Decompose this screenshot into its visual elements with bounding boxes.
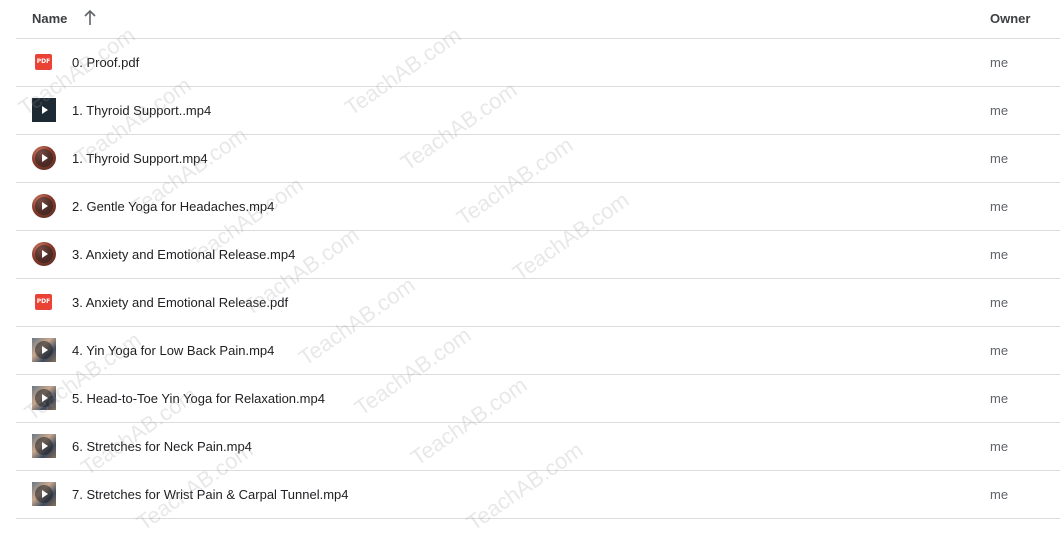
file-row[interactable]: 5. Head-to-Toe Yin Yoga for Relaxation.m… (16, 375, 1060, 423)
file-name[interactable]: 3. Anxiety and Emotional Release.mp4 (72, 247, 295, 262)
file-name[interactable]: 1. Thyroid Support..mp4 (72, 103, 211, 118)
video-icon (32, 338, 56, 362)
pdf-badge: PDF (35, 294, 52, 310)
play-icon (35, 389, 53, 407)
file-row[interactable]: 1. Thyroid Support.mp4 me (16, 135, 1060, 183)
play-icon (35, 149, 53, 167)
file-row[interactable]: 4. Yin Yoga for Low Back Pain.mp4 me (16, 327, 1060, 375)
play-icon (35, 197, 53, 215)
play-icon (35, 245, 53, 263)
file-owner: me (990, 295, 1009, 310)
play-icon (35, 437, 53, 455)
file-owner: me (990, 199, 1009, 214)
file-name[interactable]: 5. Head-to-Toe Yin Yoga for Relaxation.m… (72, 391, 325, 406)
file-owner: me (990, 439, 1009, 454)
video-icon (32, 194, 56, 218)
video-icon (32, 386, 56, 410)
file-list: Name Owner PDF 0. Proof.pdf me 1. Thyroi… (16, 0, 1060, 519)
video-icon (32, 434, 56, 458)
file-name[interactable]: 2. Gentle Yoga for Headaches.mp4 (72, 199, 274, 214)
file-owner: me (990, 391, 1009, 406)
file-row[interactable]: PDF 3. Anxiety and Emotional Release.pdf… (16, 279, 1060, 327)
play-icon (35, 341, 53, 359)
pdf-icon: PDF (32, 50, 56, 74)
file-owner: me (990, 55, 1009, 70)
file-owner: me (990, 487, 1009, 502)
video-icon (32, 98, 56, 122)
video-icon (32, 146, 56, 170)
file-row[interactable]: 7. Stretches for Wrist Pain & Carpal Tun… (16, 471, 1060, 519)
pdf-badge: PDF (35, 54, 52, 70)
file-name[interactable]: 0. Proof.pdf (72, 55, 139, 70)
play-icon (35, 485, 53, 503)
name-column-header[interactable]: Name (32, 11, 67, 26)
file-row[interactable]: 2. Gentle Yoga for Headaches.mp4 me (16, 183, 1060, 231)
video-icon (32, 242, 56, 266)
file-browser: Name Owner PDF 0. Proof.pdf me 1. Thyroi… (0, 0, 1060, 537)
file-name[interactable]: 6. Stretches for Neck Pain.mp4 (72, 439, 252, 454)
video-icon (32, 482, 56, 506)
file-row[interactable]: PDF 0. Proof.pdf me (16, 39, 1060, 87)
file-name[interactable]: 1. Thyroid Support.mp4 (72, 151, 208, 166)
file-row[interactable]: 3. Anxiety and Emotional Release.mp4 me (16, 231, 1060, 279)
file-owner: me (990, 103, 1009, 118)
file-name[interactable]: 4. Yin Yoga for Low Back Pain.mp4 (72, 343, 274, 358)
file-row[interactable]: 1. Thyroid Support..mp4 me (16, 87, 1060, 135)
file-name[interactable]: 3. Anxiety and Emotional Release.pdf (72, 295, 288, 310)
play-icon (35, 101, 53, 119)
file-owner: me (990, 151, 1009, 166)
file-name[interactable]: 7. Stretches for Wrist Pain & Carpal Tun… (72, 487, 349, 502)
arrow-up-icon[interactable] (82, 8, 98, 28)
file-owner: me (990, 343, 1009, 358)
file-row[interactable]: 6. Stretches for Neck Pain.mp4 me (16, 423, 1060, 471)
list-header: Name Owner (16, 0, 1060, 39)
owner-column-header[interactable]: Owner (990, 11, 1030, 26)
pdf-icon: PDF (32, 290, 56, 314)
file-owner: me (990, 247, 1009, 262)
